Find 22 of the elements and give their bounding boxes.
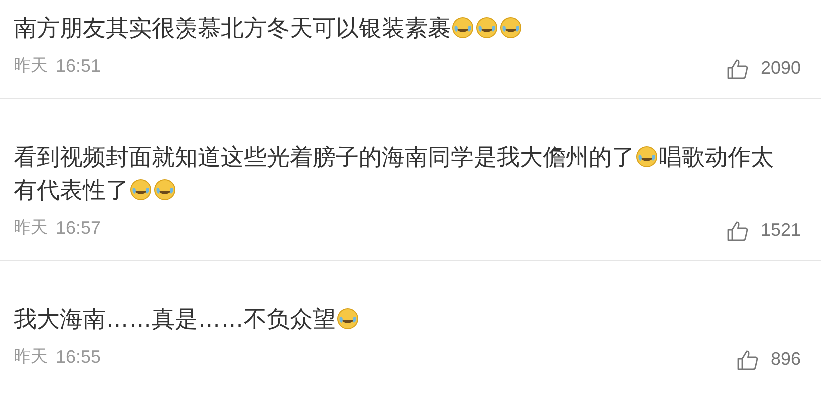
like-count: 896 (770, 348, 801, 371)
like-count: 1521 (760, 219, 801, 242)
emoji-icon (452, 17, 474, 39)
emoji-icon (130, 179, 152, 201)
comment-text: 我大海南……真是……不负众望 (14, 303, 789, 336)
emoji-icon (154, 179, 176, 201)
emoji-icon (476, 17, 498, 39)
comment-text: 南方朋友其实很羡慕北方冬天可以银装素裹 (14, 12, 789, 45)
emoji-icon (500, 17, 522, 39)
day-label: 昨天 (14, 54, 48, 78)
emoji-icon (636, 146, 658, 168)
comment-time: 16:55 (56, 346, 102, 369)
comment-time: 16:57 (56, 217, 102, 240)
comment-text: 看到视频封面就知道这些光着膀子的海南同学是我大儋州的了 唱歌动作太有代表性了 (14, 143, 775, 205)
comment-time: 16:51 (56, 55, 102, 78)
day-label: 昨天 (14, 346, 48, 369)
like-count: 2090 (760, 57, 801, 80)
thumbs-up-icon[interactable] (726, 58, 749, 80)
thumbs-up-icon[interactable] (736, 348, 759, 370)
thumbs-up-icon[interactable] (726, 220, 749, 242)
day-label: 昨天 (14, 216, 48, 240)
emoji-icon (337, 308, 359, 330)
